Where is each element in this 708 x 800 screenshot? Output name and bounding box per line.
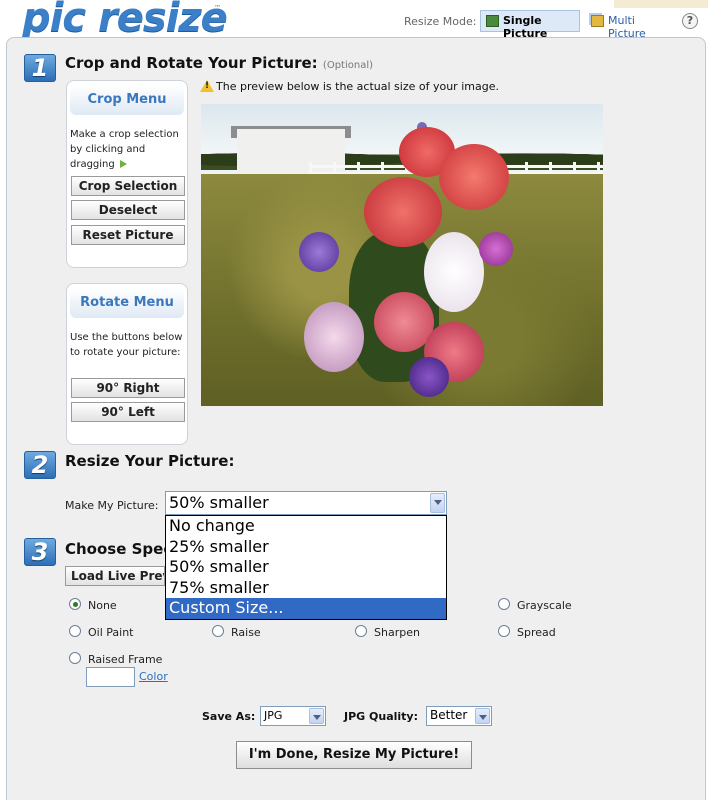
effect-sharpen-label: Sharpen: [374, 626, 420, 639]
rotate-menu-title: Rotate Menu: [70, 288, 184, 318]
option-custom-size[interactable]: Custom Size...: [166, 598, 446, 619]
effect-raised-frame-label: Raised Frame: [88, 653, 163, 666]
rotate-menu: Rotate Menu Use the buttons below to rot…: [66, 283, 188, 445]
crop-menu-description: Make a crop selection by clicking and dr…: [67, 115, 187, 172]
effect-sharpen-radio[interactable]: [355, 625, 367, 637]
preview-bouquet: [279, 122, 517, 397]
frame-color-input[interactable]: [86, 667, 135, 687]
option-25-smaller[interactable]: 25% smaller: [166, 537, 446, 558]
effect-grayscale-radio[interactable]: [498, 598, 510, 610]
step-2-title: Resize Your Picture:: [65, 452, 235, 470]
step-1-number: 1: [24, 54, 56, 82]
help-icon[interactable]: ?: [682, 13, 698, 29]
dropdown-arrow-icon[interactable]: [475, 708, 490, 724]
resize-size-options: No change 25% smaller 50% smaller 75% sm…: [165, 515, 447, 620]
step-3-title: Choose Speci: [65, 540, 178, 558]
effect-grayscale-label: Grayscale: [517, 599, 572, 612]
rotate-right-button[interactable]: 90° Right: [71, 378, 185, 398]
deselect-button[interactable]: Deselect: [71, 200, 185, 220]
save-as-value: JPG: [264, 709, 283, 722]
option-no-change[interactable]: No change: [166, 516, 446, 537]
preview-note: The preview below is the actual size of …: [216, 80, 499, 93]
crop-selection-button[interactable]: Crop Selection: [71, 176, 185, 196]
header-tab-decoration: [614, 0, 708, 8]
dropdown-arrow-icon[interactable]: [309, 708, 324, 724]
logo-trademark: ™: [214, 4, 221, 12]
resize-size-select[interactable]: 50% smaller: [165, 491, 447, 515]
rotate-menu-description: Use the buttons below to rotate your pic…: [70, 332, 183, 358]
dropdown-arrow-icon[interactable]: [430, 493, 445, 513]
step-3-number: 3: [24, 538, 56, 566]
effect-raise-radio[interactable]: [212, 625, 224, 637]
warning-icon: [200, 80, 214, 92]
resize-picture-button[interactable]: I'm Done, Resize My Picture!: [236, 741, 472, 769]
crop-menu-title: Crop Menu: [70, 85, 184, 115]
load-live-preview-button[interactable]: Load Live Prev: [65, 566, 165, 586]
step-2-number: 2: [24, 451, 56, 479]
option-75-smaller[interactable]: 75% smaller: [166, 578, 446, 599]
logo[interactable]: pic resize: [22, 0, 228, 42]
save-as-select[interactable]: JPG: [260, 706, 326, 726]
resize-mode-label: Resize Mode:: [404, 15, 477, 28]
effect-oil-paint-label: Oil Paint: [88, 626, 134, 639]
effect-raised-frame-radio[interactable]: [69, 652, 81, 664]
arrow-right-icon: [119, 160, 127, 168]
single-picture-icon: [486, 15, 499, 27]
resize-size-value: 50% smaller: [169, 493, 269, 512]
jpg-quality-label: JPG Quality:: [344, 710, 418, 723]
option-50-smaller[interactable]: 50% smaller: [166, 557, 446, 578]
effect-none-label: None: [88, 599, 117, 612]
effect-none-radio[interactable]: [69, 598, 81, 610]
effect-raise-label: Raise: [231, 626, 261, 639]
jpg-quality-select[interactable]: Better: [426, 706, 492, 726]
effect-oil-paint-radio[interactable]: [69, 625, 81, 637]
step-1-title-text: Crop and Rotate Your Picture:: [65, 54, 318, 72]
effect-spread-radio[interactable]: [498, 625, 510, 637]
save-as-label: Save As:: [202, 710, 256, 723]
make-my-picture-label: Make My Picture:: [65, 499, 159, 512]
picture-preview[interactable]: [201, 104, 603, 406]
reset-picture-button[interactable]: Reset Picture: [71, 225, 185, 245]
optional-note: (Optional): [322, 60, 374, 71]
multi-picture-button[interactable]: Multi Picture: [585, 10, 673, 40]
rotate-left-button[interactable]: 90° Left: [71, 402, 185, 422]
effect-spread-label: Spread: [517, 626, 556, 639]
crop-menu: Crop Menu Make a crop selection by click…: [66, 80, 188, 268]
color-link[interactable]: Color: [139, 670, 168, 683]
jpg-quality-value: Better: [430, 708, 468, 722]
single-picture-button[interactable]: Single Picture: [480, 10, 580, 40]
step-1-title: Crop and Rotate Your Picture: (Optional): [65, 54, 373, 72]
multi-picture-icon: [591, 15, 604, 27]
